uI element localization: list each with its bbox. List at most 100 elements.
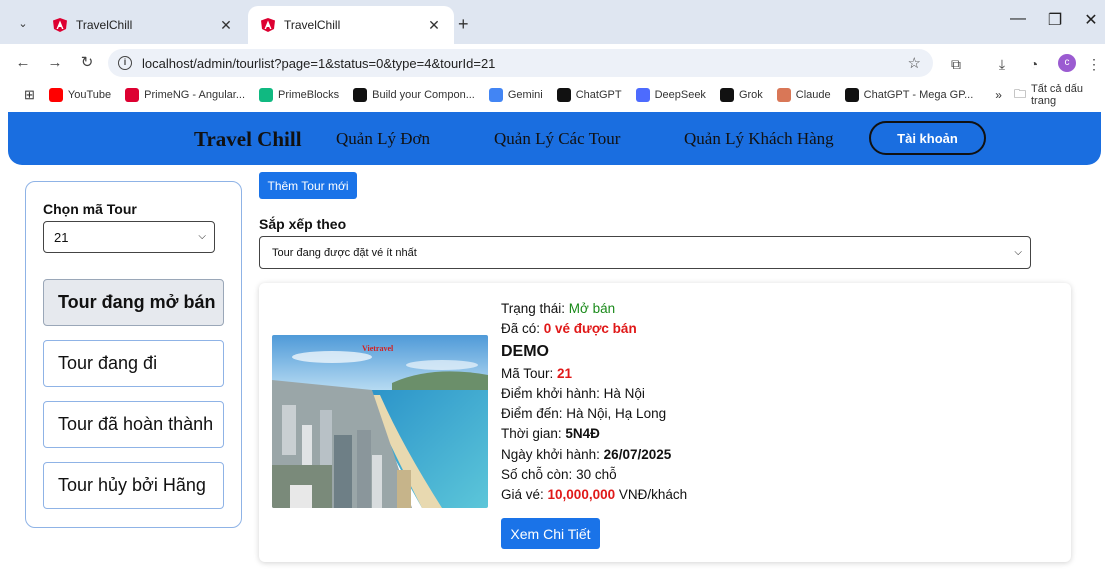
bookmark-star-icon[interactable]: ☆	[908, 54, 921, 72]
tour-name: DEMO	[501, 342, 549, 360]
performance-icon[interactable]: ◔	[1024, 54, 1044, 74]
download-icon[interactable]: ⤓	[992, 54, 1012, 74]
bookmark-label: Claude	[795, 89, 831, 101]
bookmark-favicon-icon	[259, 88, 274, 102]
folder-icon: 🗀	[1013, 86, 1026, 101]
start-date-row: Ngày khởi hành: 26/07/2025	[501, 445, 687, 465]
browser-toolbar: ← → ↻ i localhost/admin/tourlist?page=1&…	[0, 44, 1105, 82]
view-detail-button[interactable]: Xem Chi Tiết	[501, 518, 600, 549]
price-value: 10,000,000	[547, 487, 616, 503]
all-bookmarks-folder[interactable]: 🗀 Tất cả dấu trang	[1014, 83, 1105, 107]
tab-close-icon[interactable]: ✕	[426, 17, 442, 34]
bookmark-item[interactable]: Grok	[719, 88, 763, 102]
browser-tab-active[interactable]: TravelChill ✕	[248, 6, 454, 44]
bookmark-item[interactable]: DeepSeek	[635, 88, 706, 102]
account-button[interactable]: Tài khoản	[869, 121, 986, 155]
bookmark-favicon-icon	[635, 88, 650, 102]
duration-row: Thời gian: 5N4Đ	[501, 424, 687, 444]
sidebar-item-cancelled[interactable]: Tour hủy bởi Hãng	[43, 462, 224, 509]
seats-value: 30 chỗ	[576, 467, 617, 483]
chevron-down-icon: ⌵	[198, 231, 206, 242]
bookmark-label: ChatGPT	[575, 89, 622, 101]
sort-select[interactable]: Tour đang được đặt vé ít nhất ⌵	[259, 236, 1031, 269]
bookmark-item[interactable]: Claude	[776, 88, 831, 102]
all-bookmarks-label: Tất cả dấu trang	[1030, 83, 1083, 107]
bookmark-favicon-icon	[488, 88, 503, 102]
bookmark-label: PrimeNG - Angular...	[144, 89, 246, 101]
sold-row: Đã có: 0 vé được bán	[501, 319, 687, 339]
nav-link-tours[interactable]: Quản Lý Các Tour	[494, 129, 620, 149]
nav-link-orders[interactable]: Quản Lý Đơn	[336, 129, 430, 149]
add-tour-button[interactable]: Thêm Tour mới	[259, 172, 357, 199]
bookmark-item[interactable]: ChatGPT - Mega GP...	[844, 88, 974, 102]
bookmark-item[interactable]: Build your Compon...	[353, 88, 475, 102]
extensions-puzzle-icon[interactable]: ⧉	[946, 54, 966, 74]
bookmark-favicon-icon	[125, 88, 140, 102]
price-unit: VNĐ/khách	[615, 487, 688, 503]
bookmark-label: YouTube	[67, 89, 112, 101]
more-menu-icon[interactable]: ⋮	[1084, 54, 1104, 74]
brand-logo[interactable]: Travel Chill	[194, 127, 302, 152]
url-text: localhost/admin/tourlist?page=1&status=0…	[142, 55, 496, 71]
address-bar[interactable]: i localhost/admin/tourlist?page=1&status…	[108, 49, 933, 77]
tour-code-label: Chọn mã Tour	[43, 201, 137, 217]
bookmark-item[interactable]: PrimeNG - Angular...	[125, 88, 245, 102]
bookmarks-list: YouTube PrimeNG - Angular... PrimeBlocks Bu…	[48, 88, 987, 102]
tour-code-label: Mã Tour:	[501, 365, 558, 381]
bookmark-favicon-icon	[844, 88, 859, 102]
browser-tab-bar: ⌄ TravelChill ✕ TravelChill ✕ + — ❐ ✕	[0, 0, 1105, 44]
bookmark-label: PrimeBlocks	[278, 89, 340, 101]
destination-value: Hà Nội, Hạ Long	[566, 406, 667, 422]
price-row: Giá vé: 10,000,000 VNĐ/khách	[501, 485, 687, 505]
forward-arrow-icon[interactable]: →	[44, 52, 66, 74]
bookmark-item[interactable]: YouTube	[48, 88, 112, 102]
price-label: Giá vé:	[501, 487, 548, 503]
bookmark-item[interactable]: ChatGPT	[556, 88, 622, 102]
restore-window-icon[interactable]: ❐	[1040, 10, 1070, 30]
tab-close-icon[interactable]: ✕	[218, 17, 234, 34]
reload-icon[interactable]: ↻	[76, 52, 98, 74]
sidebar-item-in-progress[interactable]: Tour đang đi	[43, 340, 224, 387]
sort-value: Tour đang được đặt vé ít nhất	[272, 246, 417, 259]
bookmarks-overflow-icon[interactable]: »	[995, 88, 1002, 102]
browser-tab[interactable]: TravelChill ✕	[40, 6, 246, 44]
sold-value: 0 vé được bán	[543, 321, 637, 337]
tour-code-select[interactable]: 21 ⌵	[43, 221, 215, 253]
bookmark-item[interactable]: PrimeBlocks	[259, 88, 339, 102]
angular-favicon-icon	[260, 17, 276, 33]
bookmarks-bar: ⊞ YouTube PrimeNG - Angular... PrimeBlocks…	[0, 82, 1105, 108]
sidebar-item-open-for-sale[interactable]: Tour đang mở bán	[43, 279, 224, 326]
site-info-icon[interactable]: i	[118, 56, 132, 70]
departure-value: Hà Nội	[603, 385, 645, 401]
apps-grid-icon[interactable]: ⊞	[24, 87, 35, 103]
bookmark-label: DeepSeek	[654, 89, 706, 101]
back-arrow-icon[interactable]: ←	[12, 52, 34, 74]
close-window-icon[interactable]: ✕	[1076, 10, 1105, 30]
bookmark-favicon-icon	[719, 88, 734, 102]
bookmark-item[interactable]: Gemini	[488, 88, 543, 102]
start-date-label: Ngày khởi hành:	[501, 446, 604, 462]
sort-label: Sắp xếp theo	[259, 216, 347, 232]
bookmark-label: Build your Compon...	[372, 89, 475, 101]
bookmark-favicon-icon	[48, 88, 63, 102]
bookmark-favicon-icon	[776, 88, 791, 102]
sidebar-item-completed[interactable]: Tour đã hoàn thành	[43, 401, 224, 448]
status-row: Trạng thái: Mở bán	[501, 299, 687, 319]
angular-favicon-icon	[52, 17, 68, 33]
tab-title: TravelChill	[76, 18, 133, 32]
tour-code-row: Mã Tour: 21	[501, 364, 687, 384]
tour-card: Vietravel Trạng thái: Mở bán Đã có: 0 vé…	[259, 283, 1071, 562]
status-value: Mở bán	[568, 301, 616, 316]
tab-search-chevron-icon[interactable]: ⌄	[10, 12, 36, 34]
chevron-down-icon: ⌵	[1014, 247, 1022, 258]
duration-label: Thời gian:	[501, 426, 566, 442]
profile-avatar[interactable]: c	[1058, 54, 1076, 72]
nav-link-customers[interactable]: Quản Lý Khách Hàng	[684, 129, 834, 149]
sold-label: Đã có:	[501, 321, 544, 337]
minimize-icon[interactable]: —	[1003, 10, 1033, 28]
bookmark-label: ChatGPT - Mega GP...	[863, 89, 974, 101]
vietravel-logo: Vietravel	[362, 344, 394, 353]
departure-row: Điểm khởi hành: Hà Nội	[501, 384, 687, 404]
bookmark-favicon-icon	[353, 88, 368, 102]
new-tab-plus-icon[interactable]: +	[458, 14, 469, 35]
